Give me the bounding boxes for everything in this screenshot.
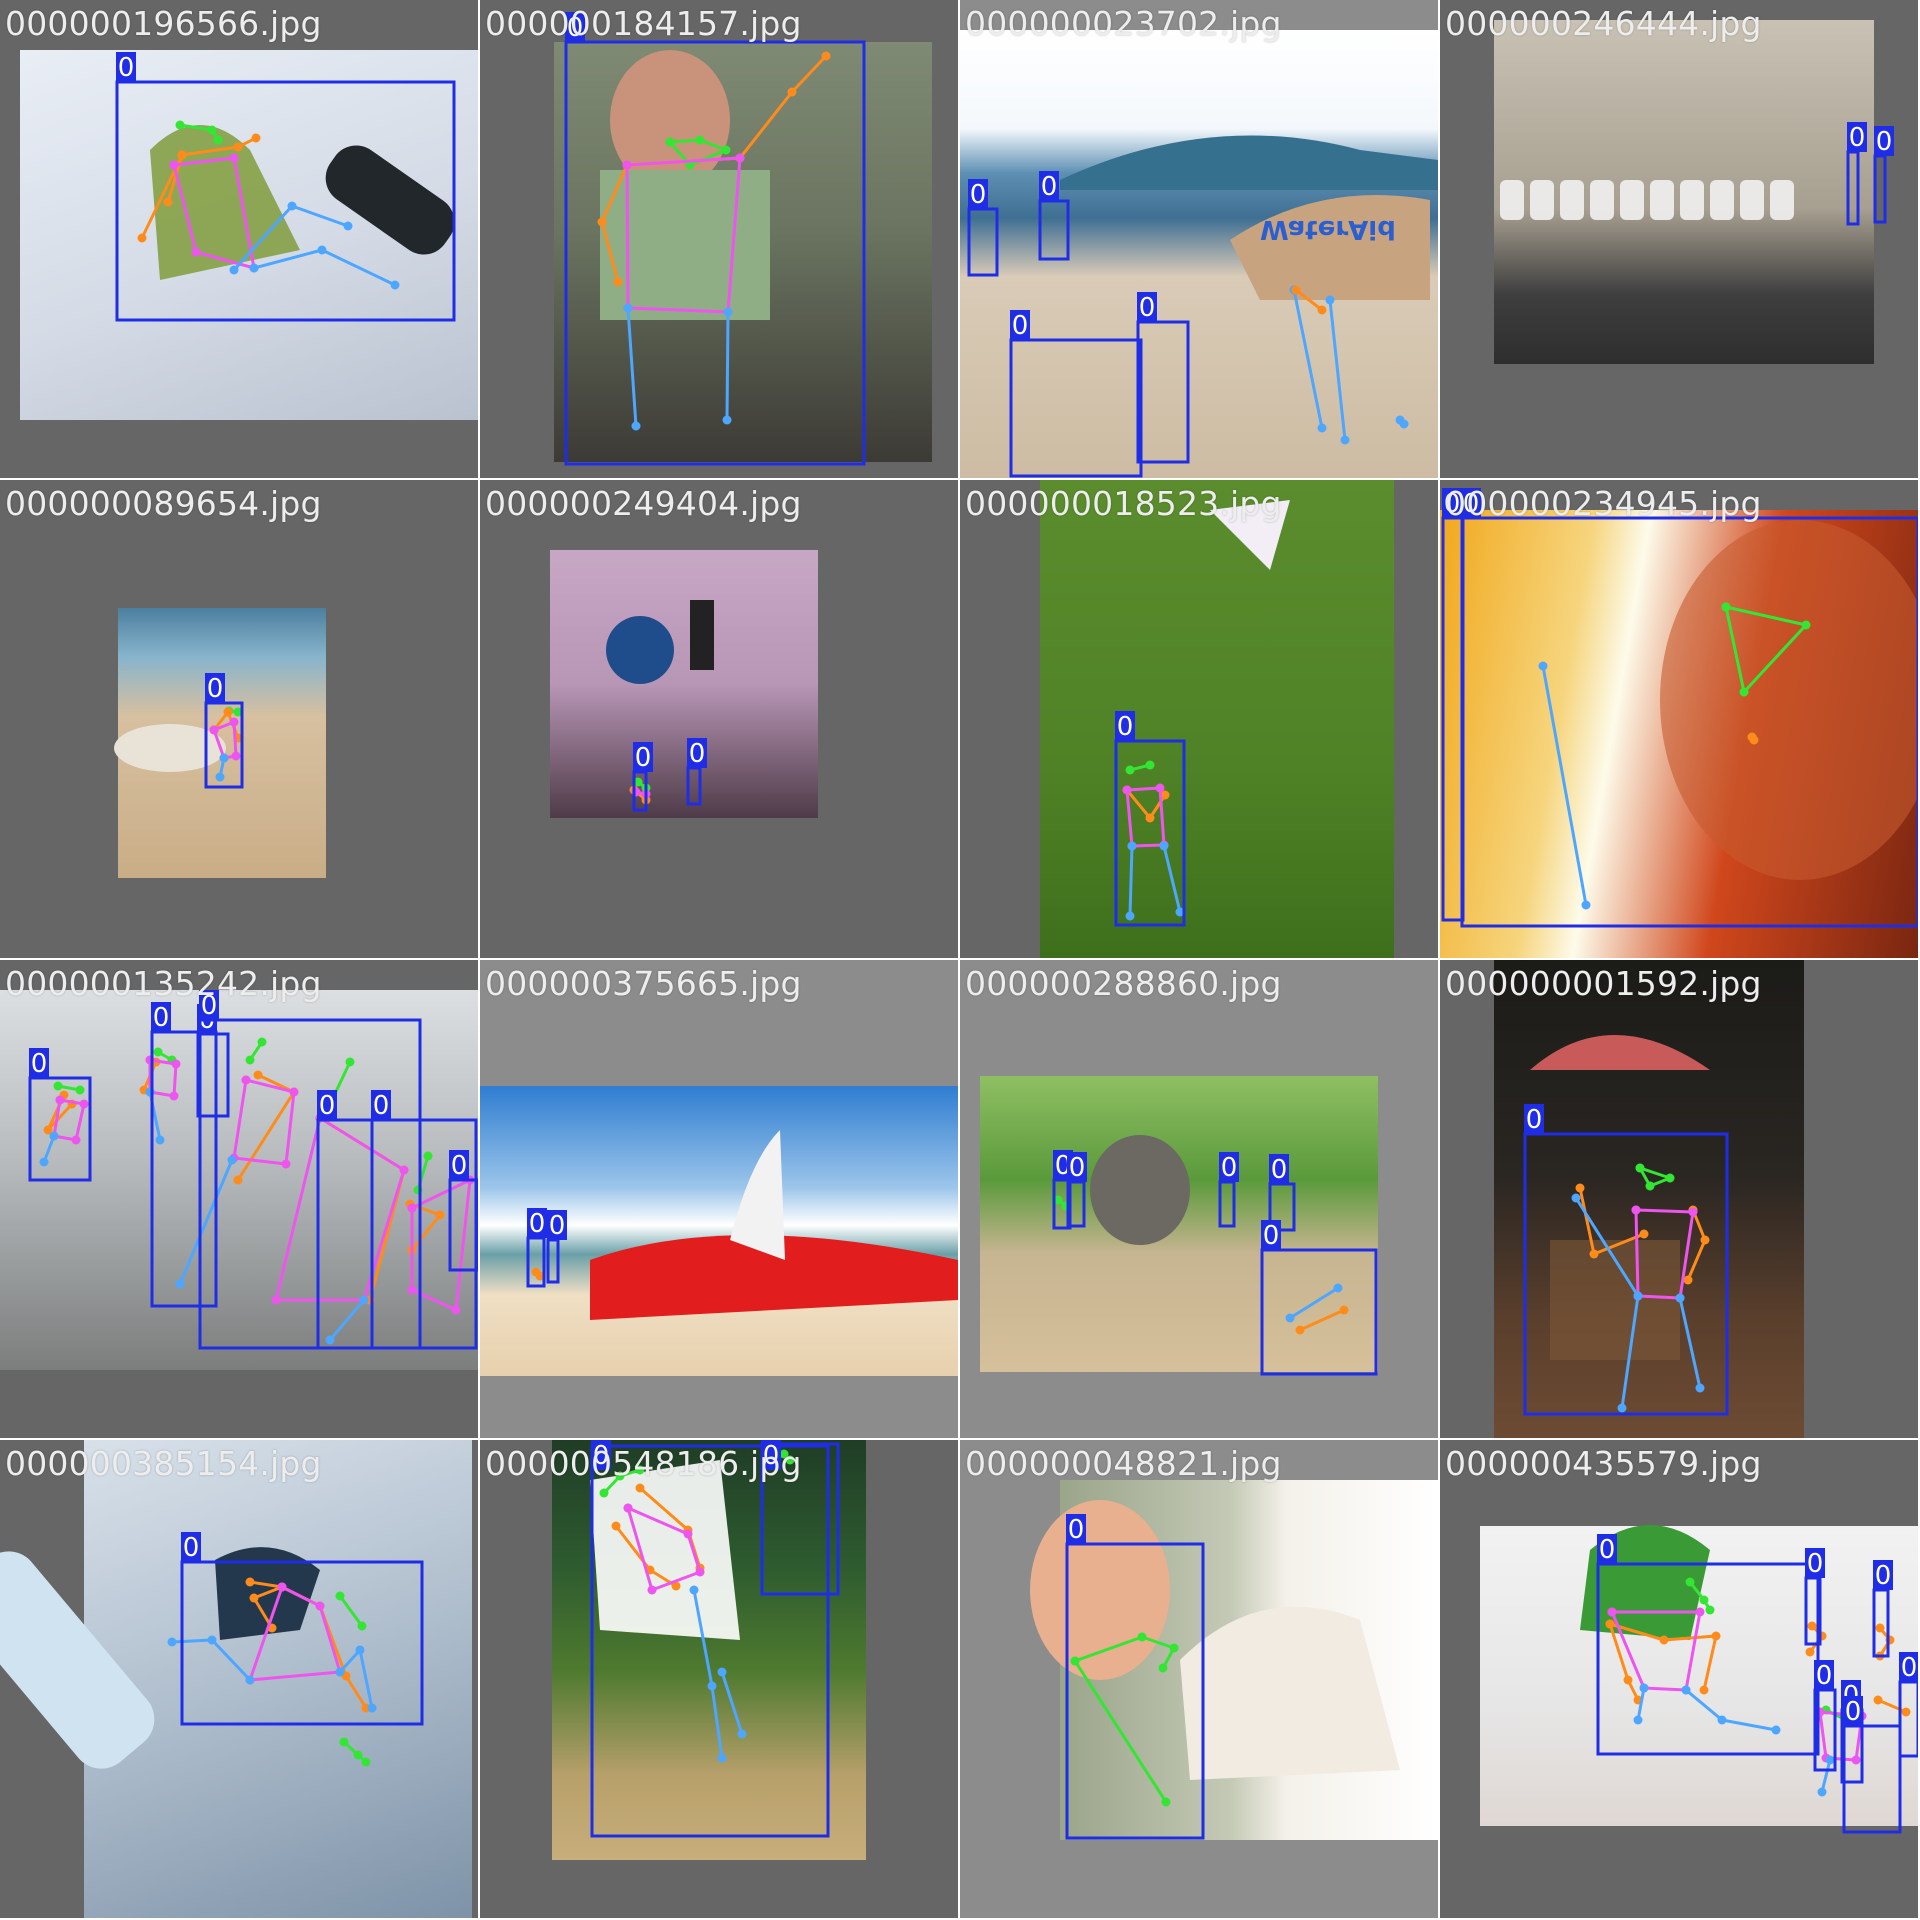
image-tile: 0 000000196566.jpg <box>0 0 478 478</box>
image-filename: 000000385154.jpg <box>5 1444 322 1483</box>
photo-traffic-light-sign <box>550 550 818 818</box>
image-filename: 000000288860.jpg <box>965 964 1282 1003</box>
image-filename: 000000184157.jpg <box>485 4 802 43</box>
class-label: 0 <box>1876 127 1893 157</box>
image-tile: 0 0 0 0 WaterAid 000000023702.jpg <box>960 0 1438 478</box>
photo-snowboarder-sitting <box>20 50 478 420</box>
photo-boy-and-goat <box>1060 1480 1438 1840</box>
photo-kids-snowboarding <box>1480 1526 1918 1826</box>
photo-crowd-at-exhibition <box>0 990 478 1370</box>
image-filename: 000000001592.jpg <box>1445 964 1762 1003</box>
image-filename: 000000249404.jpg <box>485 484 802 523</box>
class-label-background <box>1874 126 1894 156</box>
image-filename: 000000089654.jpg <box>5 484 322 523</box>
image-filename: 000000023702.jpg <box>965 4 1282 43</box>
photo-woman-on-phone <box>1440 510 1918 958</box>
annotated-image-mosaic: 0 000000196566.jpg 0 000000184157.jpg 0 0 0 0 Wa… <box>0 0 1920 1920</box>
image-tile: 0 0 0 0 0 0 0 000000435579.jpg <box>1440 1440 1918 1918</box>
image-filename: 000000196566.jpg <box>5 4 322 43</box>
image-tile: 0 000000089654.jpg <box>0 480 478 958</box>
image-tile: 0 000000385154.jpg <box>0 1440 478 1918</box>
bounding-box <box>1873 154 1887 224</box>
image-tile: 0 0 000000234945.jpg <box>1440 480 1918 958</box>
photo-beach-horse-riders <box>960 30 1438 478</box>
photo-girl-flying-kite <box>1040 480 1394 958</box>
photo-girl-in-rocking-chair <box>1494 960 1804 1438</box>
photo-boy-with-game-controller <box>554 42 932 462</box>
photo-tennis-player-serving <box>552 1440 866 1860</box>
image-filename: 000000234945.jpg <box>1445 484 1762 523</box>
image-tile: 0 000000184157.jpg <box>480 0 958 478</box>
image-filename: 000000246444.jpg <box>1445 4 1762 43</box>
image-tile: 0 0 000000246444.jpg <box>1440 0 1918 478</box>
photo-street-motorcycles <box>1494 20 1874 364</box>
photo-surfboard-on-beach <box>480 1086 958 1376</box>
image-tile: 0 000000001592.jpg <box>1440 960 1918 1438</box>
image-tile: 0 0 000000249404.jpg <box>480 480 958 958</box>
image-filename: 000000135242.jpg <box>5 964 322 1003</box>
image-tile: 0 0 0 0 0 0 0 000000135242.jpg <box>0 960 478 1438</box>
image-filename: 000000435579.jpg <box>1445 1444 1762 1483</box>
image-tile: 0 0 000000375665.jpg <box>480 960 958 1438</box>
image-tile: 0 0 000000548186.jpg <box>480 1440 958 1918</box>
image-filename: 000000048821.jpg <box>965 1444 1282 1483</box>
photo-horse-rider-beach <box>118 608 326 878</box>
image-filename: 000000375665.jpg <box>485 964 802 1003</box>
image-filename: 000000018523.jpg <box>965 484 1282 523</box>
image-tile: 0 000000048821.jpg <box>960 1440 1438 1918</box>
image-tile: 0 000000018523.jpg <box>960 480 1438 958</box>
image-filename: 000000548186.jpg <box>485 1444 802 1483</box>
photo-snowboarder-falling <box>84 1440 472 1918</box>
photo-elephant-in-zoo <box>980 1076 1378 1372</box>
image-tile: 0 0 0 0 0 000000288860.jpg <box>960 960 1438 1438</box>
